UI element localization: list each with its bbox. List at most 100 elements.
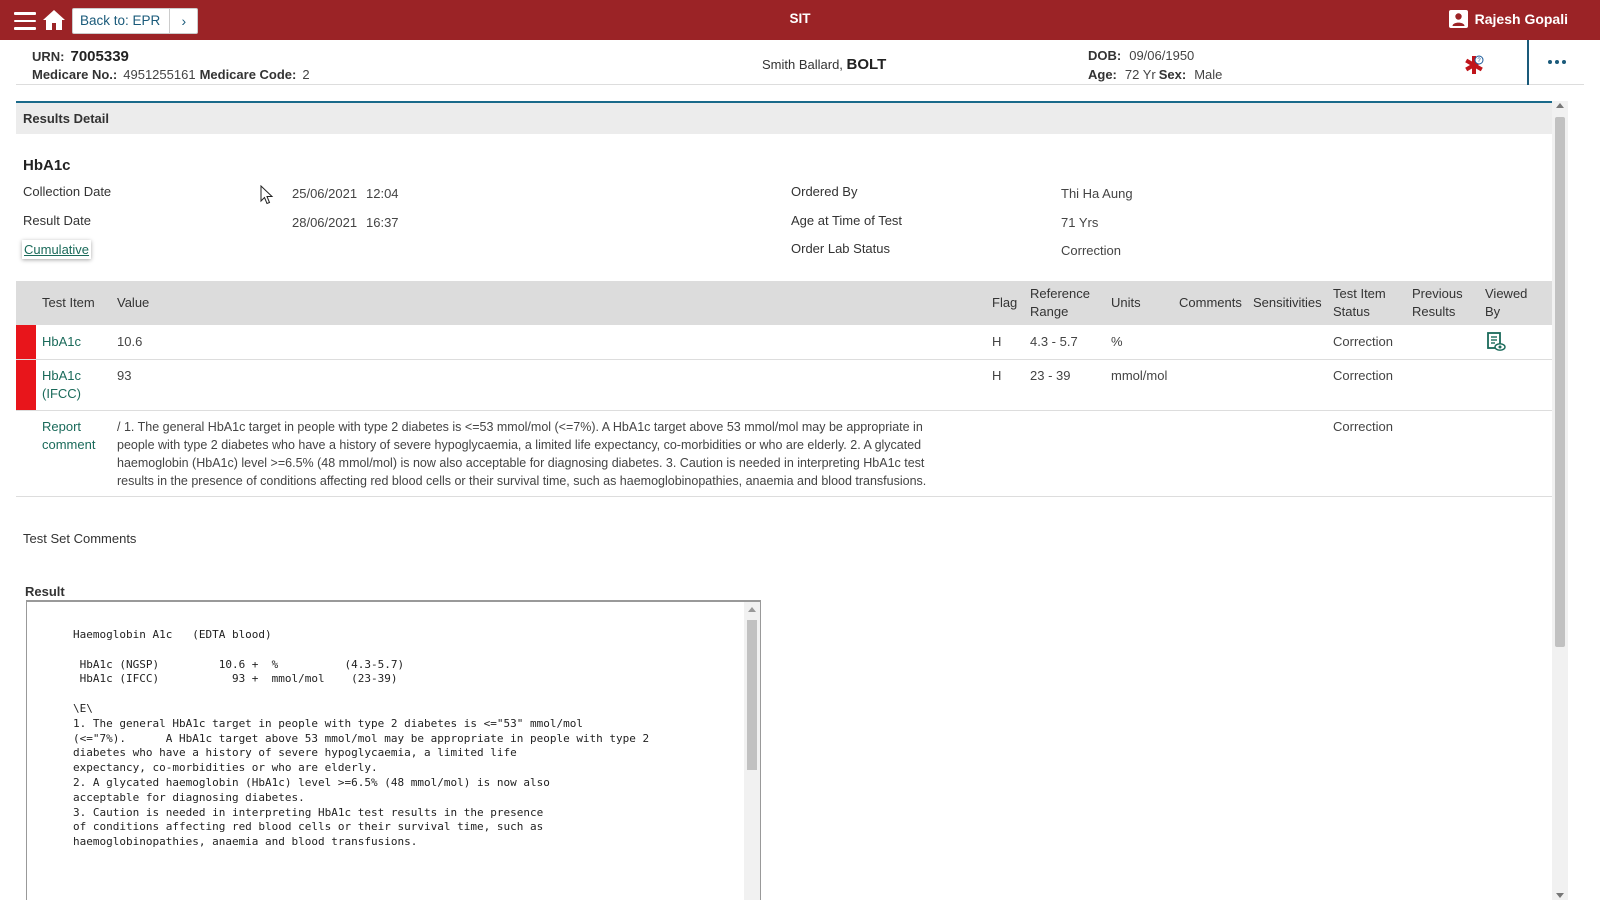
- urn-value: 7005339: [70, 48, 129, 65]
- age-sex-field: Age: 72 Yr Sex: Male: [1088, 67, 1225, 82]
- page-scrollbar[interactable]: [1552, 101, 1568, 900]
- scroll-up-arrow-icon[interactable]: [1556, 103, 1564, 108]
- scrollbar-thumb[interactable]: [1555, 117, 1565, 647]
- col-units: Units: [1111, 295, 1141, 310]
- report-comment-link[interactable]: Report comment: [42, 418, 95, 454]
- age-label: Age:: [1088, 67, 1117, 82]
- report-comment-text-line: haemoglobin (HbA1c) level >=6.5% (48 mmo…: [117, 456, 925, 470]
- sex-value: Male: [1194, 67, 1223, 82]
- col-previous-results-line2: Results: [1412, 304, 1456, 319]
- test-item-line2: (IFCC): [42, 386, 81, 401]
- test-item-link[interactable]: HbA1c (IFCC): [42, 367, 81, 403]
- user-name: Rajesh Gopali: [1474, 11, 1568, 27]
- medicare-code-value: 2: [302, 67, 310, 82]
- report-comment-line1: Report: [42, 419, 82, 434]
- age-at-test-value: 71 Yrs: [1061, 215, 1099, 230]
- result-label: Result: [25, 584, 65, 599]
- report-comment-text-line: results in the presence of conditions af…: [117, 474, 927, 488]
- cumulative-link[interactable]: Cumulative: [22, 240, 92, 259]
- test-name: HbA1c: [23, 157, 71, 174]
- test-item-status: Correction: [1333, 368, 1393, 383]
- result-value: 10.6: [117, 334, 143, 349]
- table-row: Report comment / 1. The general HbA1c ta…: [16, 411, 1568, 497]
- result-flag: H: [992, 368, 1002, 383]
- patient-banner: URN: 7005339 Medicare No.: 4951255161 Medic…: [16, 40, 1584, 85]
- abnormal-flag-bar: [16, 325, 36, 359]
- medicare-code-label: Medicare Code:: [199, 67, 297, 82]
- urn-label: URN:: [32, 49, 65, 64]
- col-comments: Comments: [1179, 295, 1242, 310]
- patient-surname: BOLT: [846, 56, 887, 73]
- col-test-item-status: Test Item Status: [1333, 285, 1386, 321]
- table-row: HbA1c 10.6 H 4.3 - 5.7 % Correction: [16, 325, 1568, 360]
- scroll-down-arrow-icon[interactable]: [1556, 893, 1564, 898]
- result-value: 93: [117, 368, 132, 383]
- section-header: Results Detail: [16, 103, 1568, 134]
- medicare-no-value: 4951255161: [123, 67, 196, 82]
- medicare-no-label: Medicare No.:: [32, 67, 118, 82]
- col-sensitivities: Sensitivities: [1253, 295, 1322, 310]
- sex-label: Sex:: [1158, 67, 1187, 82]
- result-text-box[interactable]: Haemoglobin A1c (EDTA blood) HbA1c (NGSP…: [26, 600, 761, 900]
- report-comment-text-line: / 1. The general HbA1c target in people …: [117, 420, 923, 434]
- result-date-value: 28/06/2021: [292, 215, 358, 230]
- medicare-field: Medicare No.: 4951255161 Medicare Code: 2: [32, 67, 314, 82]
- ordered-by-value: Thi Ha Aung: [1061, 186, 1133, 201]
- collection-date-label: Collection Date: [23, 184, 112, 199]
- scrollbar-thumb[interactable]: [747, 620, 757, 770]
- test-item-status: Correction: [1333, 419, 1393, 434]
- age-at-test-label: Age at Time of Test: [791, 213, 903, 228]
- result-time-value: 16:37: [366, 215, 399, 230]
- reference-range: 4.3 - 5.7: [1030, 334, 1078, 349]
- app-title: SIT: [789, 11, 811, 26]
- more-options[interactable]: [1527, 40, 1584, 85]
- col-test-item-status-line2: Status: [1333, 304, 1370, 319]
- report-comment-text: / 1. The general HbA1c target in people …: [117, 418, 926, 490]
- more-options-icon[interactable]: [1548, 60, 1566, 64]
- urn-field: URN: 7005339: [32, 48, 129, 65]
- results-detail-panel: Results Detail HbA1c Collection Date 25/…: [16, 101, 1568, 900]
- order-lab-status-label: Order Lab Status: [791, 241, 890, 256]
- result-date-label: Result Date: [23, 213, 91, 228]
- user-icon: [1448, 10, 1468, 28]
- ordered-by-label: Ordered By: [791, 184, 858, 199]
- col-reference-range: Reference Range: [1030, 285, 1090, 321]
- collection-date-value: 25/06/2021: [292, 186, 358, 201]
- result-flag: H: [992, 334, 1002, 349]
- col-viewed-by-line1: Viewed: [1485, 286, 1528, 301]
- patient-given-names: Smith Ballard,: [762, 57, 843, 72]
- col-test-item-status-line1: Test Item: [1333, 286, 1386, 301]
- age-value: 72 Yr: [1124, 67, 1156, 82]
- patient-name: Smith Ballard, BOLT: [762, 56, 886, 73]
- collection-time-value: 12:04: [366, 186, 399, 201]
- table-row: HbA1c (IFCC) 93 H 23 - 39 mmol/mol Corre…: [16, 360, 1568, 411]
- report-comment-line2: comment: [42, 437, 96, 452]
- col-previous-results-line1: Previous: [1412, 286, 1463, 301]
- table-header: Test Item Value Flag Reference Range Uni…: [16, 281, 1568, 325]
- test-item-status: Correction: [1333, 334, 1393, 349]
- user-menu[interactable]: Rajesh Gopali: [1448, 10, 1568, 28]
- dob-label: DOB:: [1088, 48, 1122, 63]
- col-flag: Flag: [992, 295, 1018, 310]
- dob-field: DOB: 09/06/1950: [1088, 48, 1197, 63]
- result-units: mmol/mol: [1111, 368, 1168, 383]
- col-reference-range-line1: Reference: [1030, 286, 1090, 301]
- dob-value: 09/06/1950: [1129, 48, 1195, 63]
- test-item-link[interactable]: HbA1c: [42, 333, 81, 351]
- reference-range: 23 - 39: [1030, 368, 1071, 383]
- col-viewed-by: Viewed By: [1485, 285, 1527, 321]
- result-units: %: [1111, 334, 1123, 349]
- top-bar: Back to: EPR › SIT Rajesh Gopali: [0, 0, 1600, 40]
- col-value: Value: [117, 295, 150, 310]
- results-table: Test Item Value Flag Reference Range Uni…: [16, 281, 1568, 497]
- mouse-cursor-icon: [260, 185, 274, 205]
- document-view-icon[interactable]: [1486, 332, 1506, 352]
- test-item-line1: HbA1c: [42, 368, 82, 383]
- allergy-alert-icon[interactable]: ?: [1463, 54, 1485, 76]
- col-previous-results: Previous Results: [1412, 285, 1463, 321]
- test-set-comments-label: Test Set Comments: [23, 531, 137, 546]
- abnormal-flag-bar: [16, 360, 36, 410]
- scroll-up-arrow-icon[interactable]: [748, 607, 756, 612]
- col-viewed-by-line2: By: [1485, 304, 1501, 319]
- result-scrollbar[interactable]: [744, 602, 760, 900]
